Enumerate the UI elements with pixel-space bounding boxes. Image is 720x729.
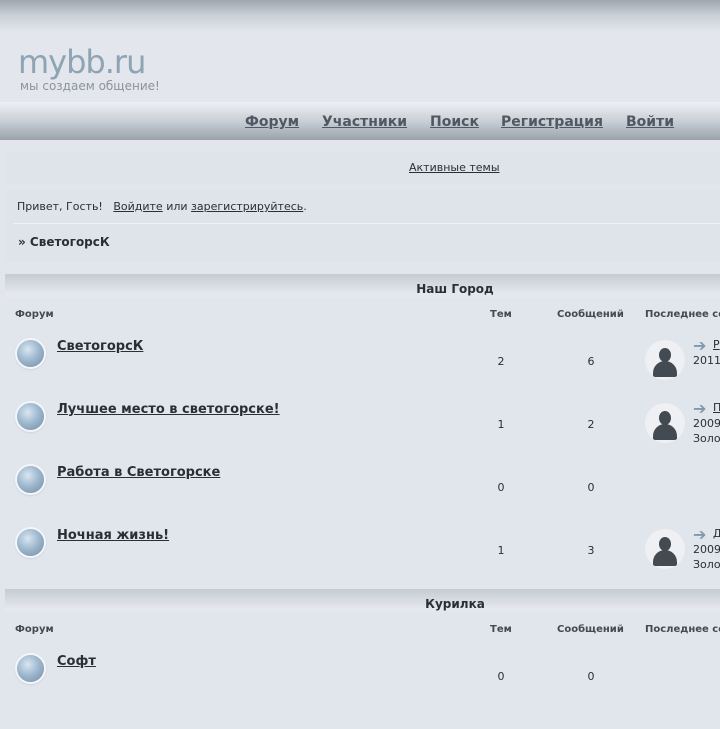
active-topics-bar: Активные темы [5, 152, 720, 184]
post-count: 6 [587, 355, 595, 368]
column-header-topics: Тем [490, 309, 512, 320]
forum-bubble-icon [17, 340, 44, 367]
last-post-date: 2009 [693, 543, 720, 556]
topic-count: 1 [497, 544, 505, 557]
category-header: Наш Город [5, 274, 720, 302]
forum-bubble-icon [17, 655, 44, 682]
forum-row: Лучшее место в светогорске! 1 2 ➔ П 2009… [5, 389, 720, 452]
user-avatar-icon [645, 340, 685, 380]
forum-row: Работа в Светогорске 0 0 [5, 452, 720, 515]
last-post-date: 2011 [693, 354, 720, 367]
last-post-author: Золо [693, 432, 720, 445]
forum-title-link[interactable]: Софт [57, 654, 96, 669]
active-topics-link[interactable]: Активные темы [409, 161, 500, 174]
forum-row: Ночная жизнь! 1 3 ➔ Д 2009 Золо [5, 515, 720, 578]
post-count: 3 [587, 544, 595, 557]
forum-title-link[interactable]: СветогорсК [57, 339, 143, 354]
main-navigation: Форум Участники Поиск Регистрация Войти [0, 102, 720, 140]
forum-row: СветогорсК 2 6 ➔ Р 2011 [5, 326, 720, 389]
nav-forum-link[interactable]: Форум [245, 114, 299, 130]
site-header: mybb.ru мы создаем общение! [0, 32, 720, 102]
nav-search-link[interactable]: Поиск [430, 114, 479, 130]
topic-count: 1 [497, 418, 505, 431]
column-header-last-post: Последнее со [645, 309, 720, 320]
topic-count: 0 [497, 670, 505, 683]
column-header-topics: Тем [490, 624, 512, 635]
category-header: Курилка [5, 589, 720, 617]
go-to-last-post-arrow-icon[interactable]: ➔ [693, 338, 711, 354]
forum-bubble-icon [17, 403, 44, 430]
breadcrumb: » СветогорсК [18, 235, 110, 249]
post-count: 0 [587, 481, 595, 494]
nav-login-link[interactable]: Войти [626, 114, 674, 130]
nav-register-link[interactable]: Регистрация [501, 114, 603, 130]
category-title: Наш Город [416, 282, 494, 296]
last-post-link[interactable]: П [713, 401, 720, 414]
greeting-text: Привет, Гость! [17, 200, 103, 213]
divider [13, 223, 720, 224]
user-avatar-icon [645, 403, 685, 443]
last-post-link[interactable]: Р [713, 338, 720, 351]
topic-count: 2 [497, 355, 505, 368]
column-header-posts: Сообщений [557, 624, 624, 635]
nav-members-link[interactable]: Участники [322, 114, 407, 130]
register-link[interactable]: зарегистрируйтесь [191, 200, 303, 213]
last-post-link[interactable]: Д [713, 527, 720, 540]
column-header-last-post: Последнее со [645, 624, 720, 635]
column-header-posts: Сообщений [557, 309, 624, 320]
user-avatar-icon [645, 529, 685, 569]
top-gradient-band [0, 0, 720, 32]
site-logo[interactable]: mybb.ru [18, 44, 146, 80]
column-header-forum: Форум [15, 624, 54, 635]
forum-bubble-icon [17, 466, 44, 493]
greeting-or: или [166, 200, 188, 213]
site-tagline: мы создаем общение! [20, 79, 160, 93]
last-post-author: Золо [693, 558, 720, 571]
post-count: 0 [587, 670, 595, 683]
forum-bubble-icon [17, 529, 44, 556]
category-kurilka: Курилка Форум Тем Сообщений Последнее со… [5, 589, 720, 729]
category-nash-gorod: Наш Город Форум Тем Сообщений Последнее … [5, 274, 720, 582]
welcome-panel: Привет, Гость! Войдите или зарегистрируй… [5, 190, 720, 262]
guest-greeting: Привет, Гость! Войдите или зарегистрируй… [17, 200, 307, 213]
go-to-last-post-arrow-icon[interactable]: ➔ [693, 527, 711, 543]
forum-title-link[interactable]: Лучшее место в светогорске! [57, 402, 280, 417]
go-to-last-post-arrow-icon[interactable]: ➔ [693, 401, 711, 417]
category-title: Курилка [425, 597, 485, 611]
forum-row: Софт 0 0 [5, 641, 720, 704]
last-post-date: 2009 [693, 417, 720, 430]
greeting-period: . [303, 200, 307, 213]
post-count: 2 [587, 418, 595, 431]
topic-count: 0 [497, 481, 505, 494]
column-header-forum: Форум [15, 309, 54, 320]
login-link[interactable]: Войдите [113, 200, 162, 213]
forum-title-link[interactable]: Работа в Светогорске [57, 465, 220, 480]
forum-title-link[interactable]: Ночная жизнь! [57, 528, 169, 543]
